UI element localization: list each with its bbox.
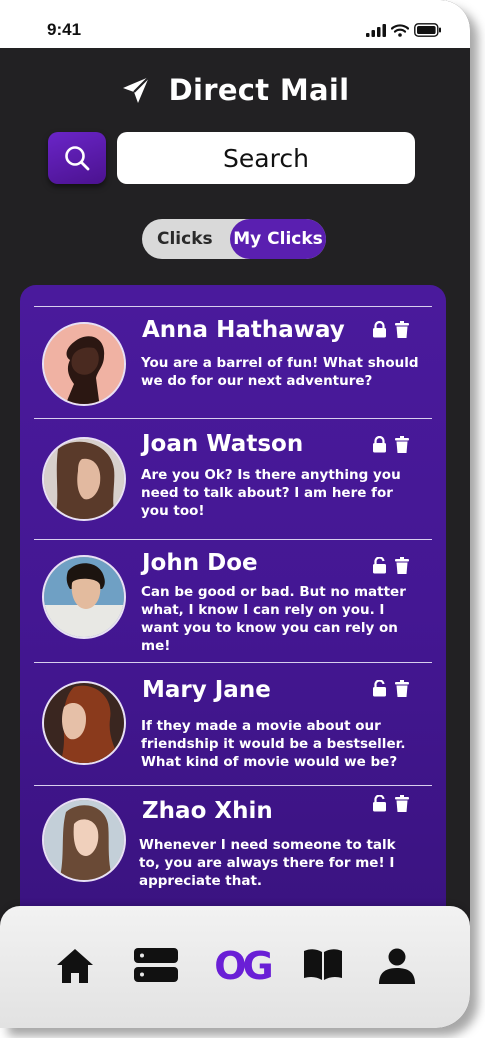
message-sender: Mary Jane	[142, 677, 271, 703]
tab-my-clicks[interactable]: My Clicks	[230, 219, 326, 259]
trash-icon[interactable]	[395, 436, 409, 453]
book-icon	[304, 949, 342, 980]
messages-panel: Anna Hathaway You are a barrel of fun! W…	[20, 285, 446, 925]
trash-icon[interactable]	[395, 680, 409, 697]
og-logo-icon: OG	[214, 944, 275, 986]
nav-servers[interactable]	[134, 948, 178, 982]
message-preview: You are a barrel of fun! What should we …	[141, 355, 419, 389]
avatar-photo	[44, 439, 124, 519]
message-sender: Anna Hathaway	[142, 317, 345, 343]
nav-og-logo[interactable]: OG	[208, 944, 276, 986]
search-icon	[65, 146, 90, 171]
lock-icon[interactable]	[372, 321, 387, 338]
profile-icon	[379, 948, 415, 984]
bottom-nav: OG	[0, 906, 470, 1028]
message-actions	[372, 436, 409, 453]
message-actions	[372, 321, 409, 338]
avatar	[42, 555, 126, 639]
message-item[interactable]: Anna Hathaway You are a barrel of fun! W…	[34, 306, 432, 418]
avatar-photo	[44, 683, 124, 763]
status-icons	[366, 22, 442, 38]
search-button[interactable]	[48, 132, 106, 184]
nav-profile[interactable]	[378, 948, 416, 984]
phone-frame: 9:41 Direct Mail Search Clicks My Clicks…	[0, 0, 470, 1028]
trash-icon[interactable]	[395, 795, 409, 812]
message-preview: Whenever I need someone to talk to, you …	[139, 837, 396, 889]
message-preview: If they made a movie about our friendshi…	[141, 718, 406, 770]
search-input[interactable]	[117, 132, 415, 184]
message-item[interactable]: Joan Watson Are you Ok? Is there anythin…	[34, 418, 432, 539]
paper-plane-icon	[122, 76, 150, 103]
message-item[interactable]: Mary Jane If they made a movie about our…	[34, 662, 432, 785]
unlock-icon[interactable]	[372, 557, 387, 574]
server-icon	[134, 948, 178, 982]
message-actions	[372, 795, 409, 812]
clicks-toggle[interactable]: Clicks My Clicks	[142, 219, 326, 259]
unlock-icon[interactable]	[372, 680, 387, 697]
avatar	[42, 437, 126, 521]
og-logo-text: OG	[214, 944, 271, 986]
message-preview: Are you Ok? Is there anything you need t…	[141, 467, 401, 519]
trash-icon[interactable]	[395, 321, 409, 338]
status-bar: 9:41	[0, 0, 470, 48]
page-title: Direct Mail	[168, 73, 350, 107]
avatar	[42, 798, 126, 882]
message-actions	[372, 557, 409, 574]
signal-icon	[366, 23, 386, 37]
message-preview: Can be good or bad. But no matter what, …	[141, 584, 406, 654]
message-sender: John Doe	[142, 550, 258, 576]
status-time: 9:41	[47, 20, 82, 39]
message-item[interactable]: Zhao Xhin Whenever I need someone to tal…	[34, 785, 432, 907]
message-sender: Zhao Xhin	[142, 798, 273, 824]
lock-icon[interactable]	[372, 436, 387, 453]
message-sender: Joan Watson	[142, 431, 304, 457]
home-icon	[57, 949, 93, 983]
avatar	[42, 681, 126, 765]
avatar-photo	[44, 800, 124, 880]
trash-icon[interactable]	[395, 557, 409, 574]
wifi-icon	[391, 23, 409, 37]
tab-clicks[interactable]: Clicks	[157, 229, 213, 249]
unlock-icon[interactable]	[372, 795, 387, 812]
nav-home[interactable]	[56, 948, 94, 984]
message-actions	[372, 680, 409, 697]
avatar-photo	[44, 557, 124, 637]
battery-icon	[414, 23, 441, 37]
avatar-photo	[44, 324, 124, 404]
avatar	[42, 322, 126, 406]
nav-book[interactable]	[303, 948, 343, 980]
message-item[interactable]: John Doe Can be good or bad. But no matt…	[34, 539, 432, 662]
app-header: Direct Mail	[0, 68, 470, 112]
